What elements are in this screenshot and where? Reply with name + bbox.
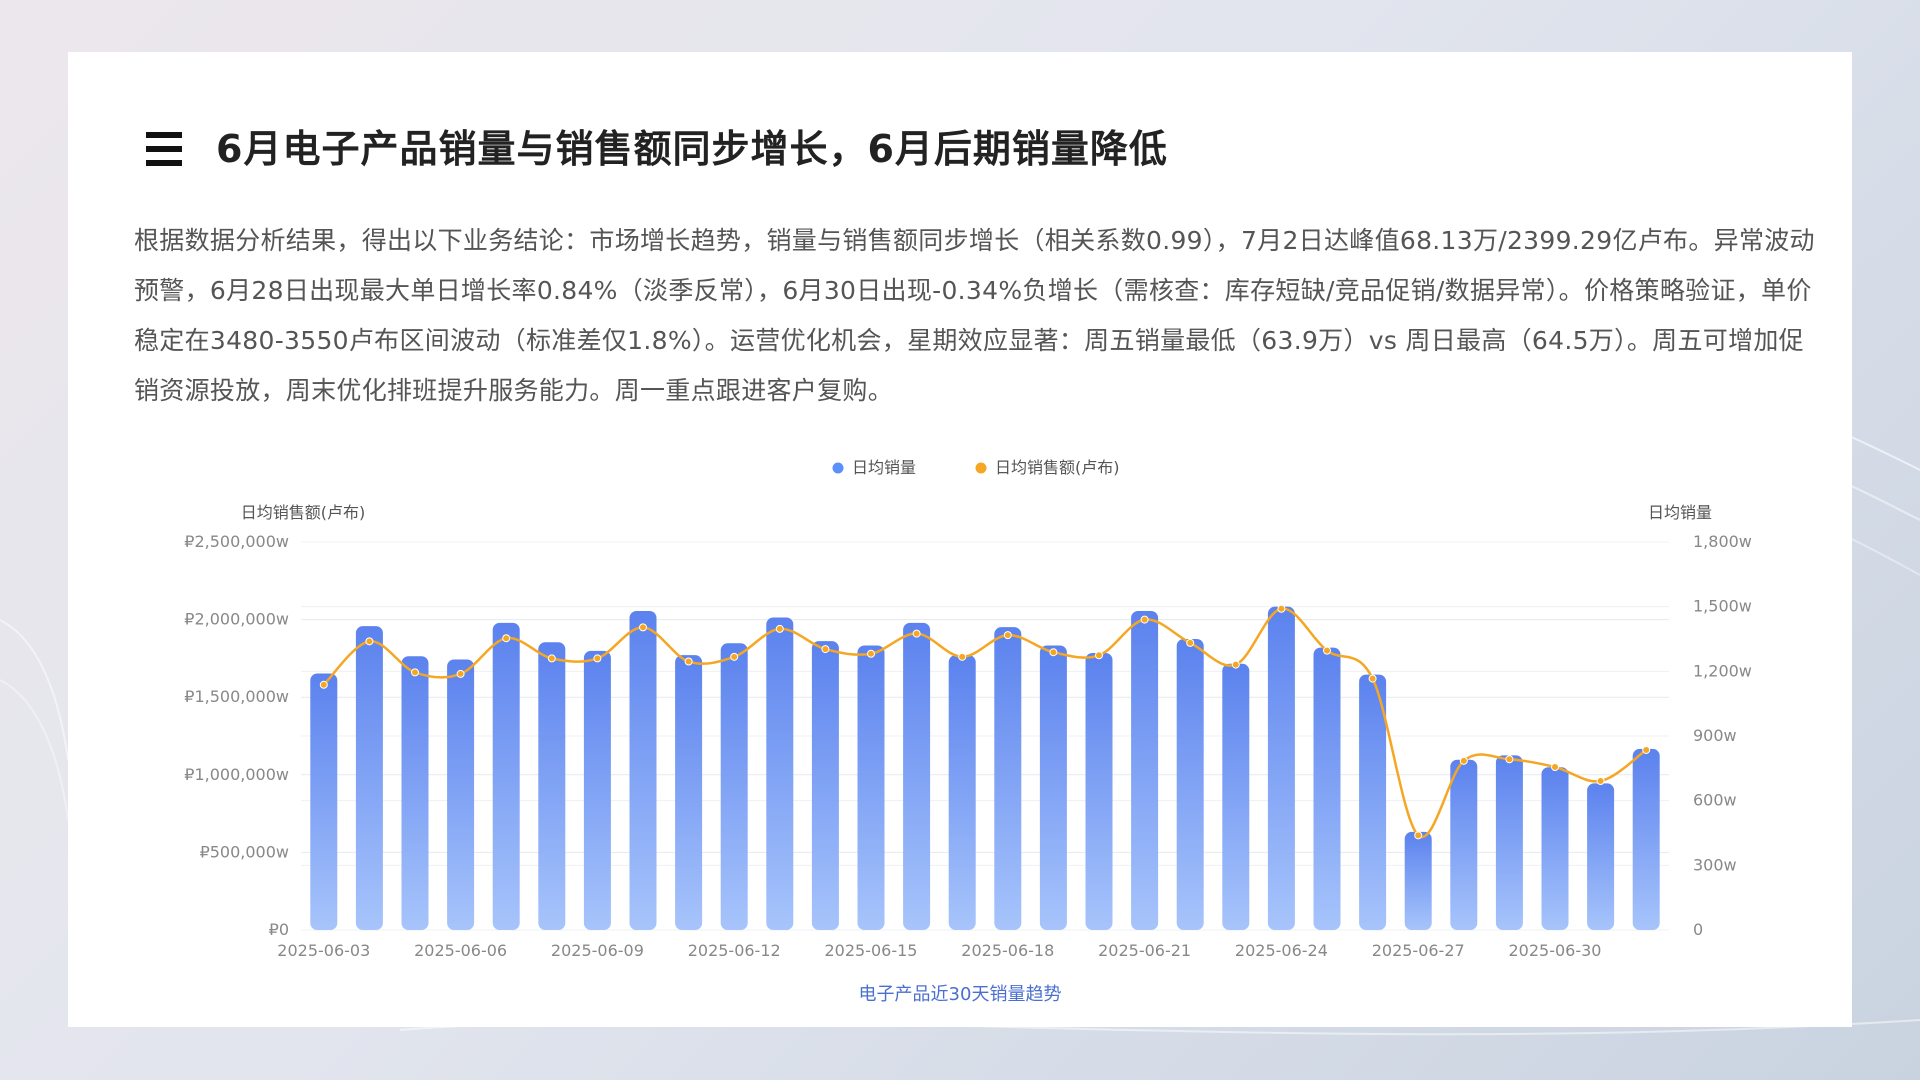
bar <box>355 626 383 930</box>
line-point <box>319 680 328 689</box>
line-point <box>411 668 419 677</box>
legend-label-sales: 日均销售额(卢布) <box>995 458 1120 477</box>
line-point <box>821 645 830 654</box>
legend-marker-volume <box>832 462 844 474</box>
bar <box>1450 759 1478 930</box>
bar <box>401 656 429 930</box>
y-left-tick: ₽0 <box>269 920 289 939</box>
line-point <box>684 657 693 666</box>
line-point <box>775 624 784 633</box>
line-point <box>1095 651 1103 660</box>
line-point <box>730 652 739 661</box>
line-point <box>1551 763 1559 772</box>
x-tick-label: 2025-06-27 <box>1372 941 1465 960</box>
line-point <box>1277 604 1286 613</box>
x-tick-label: 2025-06-03 <box>277 941 370 960</box>
line-point <box>1049 648 1058 657</box>
y-right-tick: 600w <box>1693 791 1737 810</box>
bar <box>857 645 885 930</box>
bar <box>948 655 976 930</box>
y-right-tick: 300w <box>1693 855 1737 874</box>
chart-title: 电子产品近30天销量趋势 <box>859 984 1062 1005</box>
line-point <box>502 634 511 643</box>
line-point <box>1231 660 1240 669</box>
line-point <box>1505 755 1514 764</box>
x-tick-label: 2025-06-12 <box>688 941 781 960</box>
line-point <box>639 623 647 632</box>
x-tick-label: 2025-06-15 <box>825 941 918 960</box>
line-point <box>547 654 556 663</box>
bar <box>583 650 611 930</box>
line-point <box>1186 638 1195 647</box>
x-tick-label: 2025-06-18 <box>961 941 1054 960</box>
bar <box>1404 831 1432 930</box>
line-point <box>365 637 374 646</box>
bar <box>1222 663 1250 930</box>
y-right-tick: 1,500w <box>1693 597 1752 616</box>
bar <box>447 659 475 930</box>
y-right-tick: 1,200w <box>1693 661 1752 680</box>
legend-marker-sales <box>975 462 987 474</box>
line-point <box>593 654 602 663</box>
y-left-tick: ₽1,500,000w <box>184 687 289 706</box>
bar <box>1359 674 1387 930</box>
x-tick-label: 2025-06-09 <box>551 941 644 960</box>
bar <box>766 617 794 930</box>
y-left-tick: ₽2,000,000w <box>184 610 289 629</box>
line-point <box>1596 777 1605 786</box>
bar <box>1495 755 1523 930</box>
bar <box>1131 610 1159 930</box>
line-point <box>1414 831 1423 840</box>
y-left-tick: ₽500,000w <box>200 842 289 861</box>
x-tick-label: 2025-06-06 <box>414 941 507 960</box>
bar <box>994 627 1022 930</box>
y-right-tick: 1,800w <box>1693 532 1752 551</box>
bar <box>1039 645 1067 930</box>
y-right-axis-title: 日均销量 <box>1648 503 1712 522</box>
bar <box>1632 748 1660 930</box>
y-right-tick: 900w <box>1693 726 1737 745</box>
y-left-axis-title: 日均销售额(卢布) <box>241 503 366 522</box>
line-point <box>867 649 875 658</box>
bar <box>1176 639 1204 930</box>
y-left-tick: ₽2,500,000w <box>184 532 289 551</box>
bar <box>1541 767 1569 930</box>
line-point <box>1003 631 1012 640</box>
y-right-tick: 0 <box>1693 920 1703 939</box>
x-tick-label: 2025-06-21 <box>1098 941 1191 960</box>
bar <box>492 622 520 930</box>
bar <box>1267 606 1295 930</box>
bar <box>720 643 748 930</box>
bar <box>1313 647 1341 930</box>
bar <box>903 622 931 930</box>
line-point <box>456 669 465 678</box>
line-point <box>958 652 967 661</box>
bar <box>811 641 839 930</box>
x-tick-label: 2025-06-30 <box>1509 941 1602 960</box>
line-point <box>1642 745 1651 754</box>
bar <box>675 655 703 930</box>
y-left-tick: ₽1,000,000w <box>184 765 289 784</box>
x-tick-label: 2025-06-24 <box>1235 941 1328 960</box>
line-point <box>1459 756 1468 765</box>
bar <box>629 610 657 930</box>
legend-label-volume: 日均销量 <box>852 458 916 477</box>
bar <box>310 673 338 930</box>
bar <box>1085 653 1113 930</box>
sales-chart: ₽0 ₽500,000w ₽1,000,000w ₽1,500,000w ₽2,000,… <box>184 458 1752 1005</box>
line-point <box>1323 646 1331 655</box>
line-point <box>1368 674 1377 683</box>
bar <box>1587 783 1615 930</box>
content-card: 6月电子产品销量与销售额同步增长，6月后期销量降低 根据数据分析结果，得出以下业… <box>68 52 1852 1027</box>
bar <box>538 642 566 930</box>
line-point <box>1140 615 1149 624</box>
sales-line <box>322 607 1647 839</box>
line-point <box>912 629 921 638</box>
